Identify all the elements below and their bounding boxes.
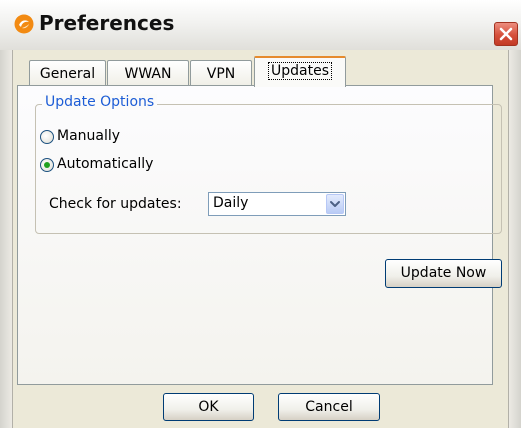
app-logo-icon [14, 14, 34, 34]
tab-general-label: General [39, 66, 96, 82]
manually-label[interactable]: Manually [57, 128, 120, 144]
tab-vpn[interactable]: VPN [190, 60, 252, 87]
ok-button[interactable]: OK [163, 393, 254, 421]
window-title: Preferences [39, 11, 175, 35]
close-button[interactable] [494, 22, 518, 46]
automatically-radio[interactable] [40, 158, 54, 172]
tab-wwan-label: WWAN [124, 66, 172, 82]
dropdown-button[interactable] [326, 194, 344, 214]
cancel-button[interactable]: Cancel [278, 393, 380, 421]
tab-updates[interactable]: Updates [254, 56, 346, 87]
chevron-down-icon [330, 201, 340, 207]
manually-radio[interactable] [40, 130, 54, 144]
preferences-window: Preferences General WWAN VPN Updates Upd… [0, 0, 521, 428]
update-now-button[interactable]: Update Now [385, 259, 502, 288]
tab-wwan[interactable]: WWAN [107, 60, 189, 87]
tab-updates-label: Updates [268, 62, 332, 80]
tab-vpn-label: VPN [206, 66, 236, 82]
automatically-label[interactable]: Automatically [57, 156, 153, 172]
check-for-updates-label: Check for updates: [49, 196, 182, 212]
update-frequency-select[interactable]: Daily [208, 192, 346, 216]
close-icon [499, 27, 513, 41]
window-frame-left [0, 50, 13, 428]
title-bar[interactable]: Preferences [0, 0, 521, 50]
window-frame-right [508, 50, 521, 428]
update-frequency-value: Daily [213, 195, 249, 211]
update-options-legend: Update Options [42, 94, 158, 110]
tab-general[interactable]: General [29, 60, 106, 87]
